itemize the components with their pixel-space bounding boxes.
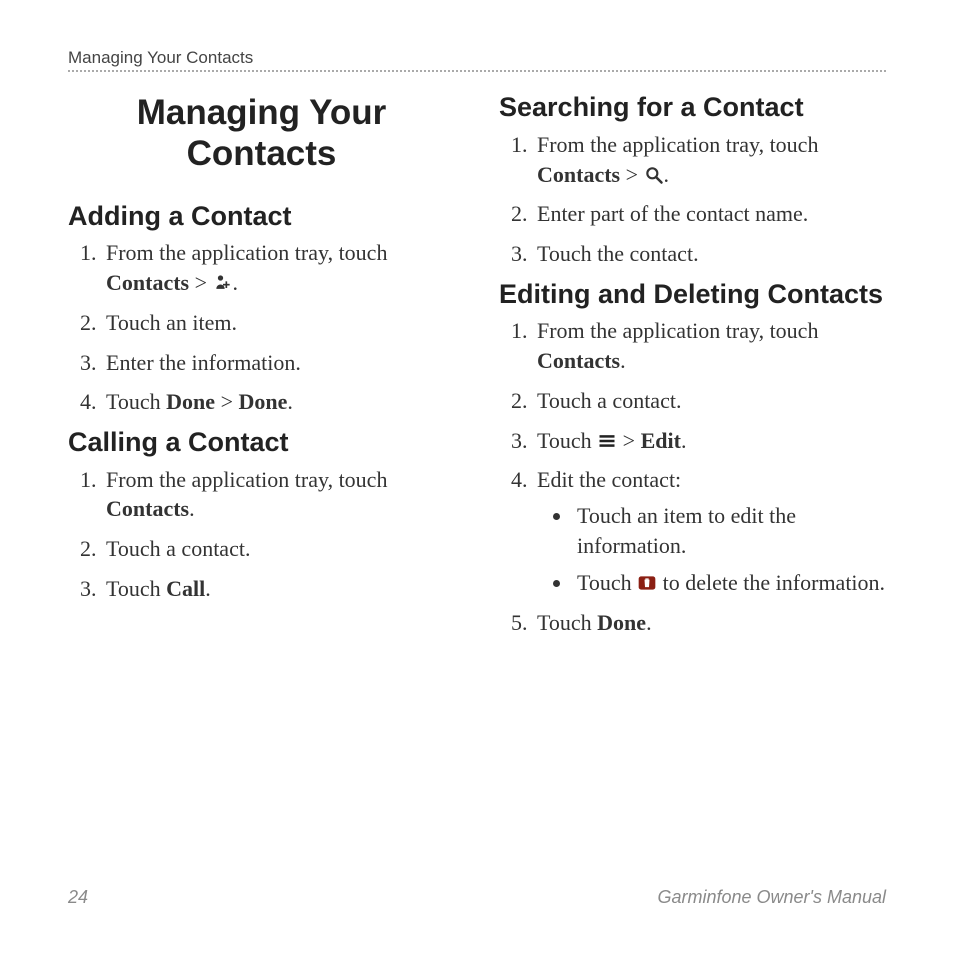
heading-adding-contact: Adding a Contact [68,201,455,233]
header-rule [68,70,886,72]
trash-delete-icon [637,571,657,591]
step: Touch an item. [102,308,455,338]
step: From the application tray, touch Contact… [533,130,886,189]
footer: 24 Garminfone Owner's Manual [68,887,886,908]
label-contacts: Contacts [537,348,620,373]
steps-adding-contact: From the application tray, touch Contact… [82,238,455,416]
footer-owner-manual: Garminfone Owner's Manual [657,887,886,908]
step-text: > [189,270,212,295]
step-text: Touch [106,576,166,601]
step: From the application tray, touch Contact… [102,238,455,297]
step-text: Edit the contact: [537,467,681,492]
step: Touch Call. [102,574,455,604]
step: Edit the contact: Touch an item to edit … [533,465,886,598]
label-call: Call [166,576,205,601]
label-done: Done [238,389,287,414]
label-contacts: Contacts [106,496,189,521]
step: From the application tray, touch Contact… [102,465,455,524]
menu-icon [597,429,617,449]
running-head: Managing Your Contacts [68,48,886,68]
sub-bullets: Touch an item to edit the information. T… [555,501,886,598]
step-text: From the application tray, touch [537,318,818,343]
step-text: From the application tray, touch [537,132,818,157]
bullet-text: to delete the information. [657,570,885,595]
page-title: Managing Your Contacts [68,92,455,175]
label-contacts: Contacts [537,162,620,187]
column-right: Searching for a Contact From the applica… [499,90,886,648]
bullet: Touch to delete the information. [573,568,886,598]
heading-searching-contact: Searching for a Contact [499,92,886,124]
step: Touch the contact. [533,239,886,269]
column-left: Managing Your Contacts Adding a Contact … [68,90,455,648]
step-text: > [620,162,643,187]
step: Touch > Edit. [533,426,886,456]
step-text: . [664,162,670,187]
step-text: . [233,270,239,295]
steps-searching-contact: From the application tray, touch Contact… [513,130,886,269]
bullet: Touch an item to edit the information. [573,501,886,560]
step: Touch Done. [533,608,886,638]
label-contacts: Contacts [106,270,189,295]
step: Touch Done > Done. [102,387,455,417]
steps-edit-delete-contacts: From the application tray, touch Contact… [513,316,886,637]
bullet-text: Touch [577,570,637,595]
search-icon [644,163,664,183]
heading-edit-delete-contacts: Editing and Deleting Contacts [499,279,886,311]
steps-calling-contact: From the application tray, touch Contact… [82,465,455,604]
content-columns: Managing Your Contacts Adding a Contact … [68,90,886,648]
step: Enter part of the contact name. [533,199,886,229]
step-text: From the application tray, touch [106,467,387,492]
step-text: . [287,389,293,414]
step-text: . [189,496,195,521]
step-text: . [681,428,687,453]
step: From the application tray, touch Contact… [533,316,886,375]
step-text: > [215,389,238,414]
label-done: Done [597,610,646,635]
step-text: . [646,610,652,635]
add-contact-icon [213,271,233,291]
step-text: Touch [537,610,597,635]
label-edit: Edit [641,428,681,453]
step-text: Touch [106,389,166,414]
label-done: Done [166,389,215,414]
step-text: . [205,576,211,601]
step-text: . [620,348,626,373]
heading-calling-contact: Calling a Contact [68,427,455,459]
step: Touch a contact. [102,534,455,564]
step: Touch a contact. [533,386,886,416]
step-text: Touch [537,428,597,453]
page-number: 24 [68,887,88,908]
step-text: > [617,428,640,453]
step: Enter the information. [102,348,455,378]
step-text: From the application tray, touch [106,240,387,265]
